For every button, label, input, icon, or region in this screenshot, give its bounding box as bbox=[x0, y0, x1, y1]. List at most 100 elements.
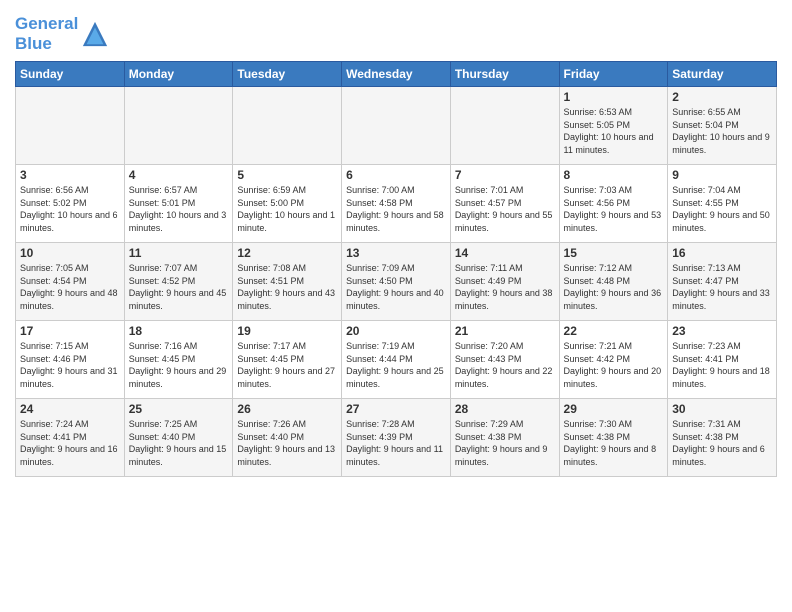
day-info: Sunrise: 7:21 AM Sunset: 4:42 PM Dayligh… bbox=[564, 340, 664, 390]
day-cell: 22 Sunrise: 7:21 AM Sunset: 4:42 PM Dayli… bbox=[559, 321, 668, 399]
day-cell: 26 Sunrise: 7:26 AM Sunset: 4:40 PM Dayli… bbox=[233, 399, 342, 477]
day-number: 27 bbox=[346, 402, 446, 416]
day-info: Sunrise: 7:16 AM Sunset: 4:45 PM Dayligh… bbox=[129, 340, 229, 390]
day-number: 19 bbox=[237, 324, 337, 338]
day-info: Sunrise: 7:26 AM Sunset: 4:40 PM Dayligh… bbox=[237, 418, 337, 468]
week-row-1: 1Sunrise: 6:53 AM Sunset: 5:05 PM Daylig… bbox=[16, 87, 777, 165]
day-number: 17 bbox=[20, 324, 120, 338]
day-number: 20 bbox=[346, 324, 446, 338]
day-number: 29 bbox=[564, 402, 664, 416]
day-info: Sunrise: 6:56 AM Sunset: 5:02 PM Dayligh… bbox=[20, 184, 120, 234]
header-cell-monday: Monday bbox=[124, 62, 233, 87]
day-info: Sunrise: 7:01 AM Sunset: 4:57 PM Dayligh… bbox=[455, 184, 555, 234]
day-number: 3 bbox=[20, 168, 120, 182]
header-cell-wednesday: Wednesday bbox=[342, 62, 451, 87]
day-cell: 5 Sunrise: 6:59 AM Sunset: 5:00 PM Daylig… bbox=[233, 165, 342, 243]
day-cell bbox=[233, 87, 342, 165]
header-row: SundayMondayTuesdayWednesdayThursdayFrid… bbox=[16, 62, 777, 87]
day-info: Sunrise: 7:24 AM Sunset: 4:41 PM Dayligh… bbox=[20, 418, 120, 468]
day-info: Sunrise: 7:29 AM Sunset: 4:38 PM Dayligh… bbox=[455, 418, 555, 468]
day-cell: 2 Sunrise: 6:55 AM Sunset: 5:04 PM Daylig… bbox=[668, 87, 777, 165]
day-info: Sunrise: 6:55 AM Sunset: 5:04 PM Dayligh… bbox=[672, 106, 772, 156]
day-info: Sunrise: 7:11 AM Sunset: 4:49 PM Dayligh… bbox=[455, 262, 555, 312]
day-info: Sunrise: 7:03 AM Sunset: 4:56 PM Dayligh… bbox=[564, 184, 664, 234]
day-cell bbox=[124, 87, 233, 165]
header-cell-friday: Friday bbox=[559, 62, 668, 87]
day-number: 25 bbox=[129, 402, 229, 416]
header-cell-sunday: Sunday bbox=[16, 62, 125, 87]
day-info: Sunrise: 6:59 AM Sunset: 5:00 PM Dayligh… bbox=[237, 184, 337, 234]
day-number: 15 bbox=[564, 246, 664, 260]
header-cell-saturday: Saturday bbox=[668, 62, 777, 87]
day-number: 10 bbox=[20, 246, 120, 260]
day-info: Sunrise: 7:12 AM Sunset: 4:48 PM Dayligh… bbox=[564, 262, 664, 312]
logo-text: General Blue bbox=[15, 14, 109, 53]
day-cell: 17 Sunrise: 7:15 AM Sunset: 4:46 PM Dayli… bbox=[16, 321, 125, 399]
week-row-3: 10 Sunrise: 7:05 AM Sunset: 4:54 PM Dayli… bbox=[16, 243, 777, 321]
day-number: 11 bbox=[129, 246, 229, 260]
day-cell: 20 Sunrise: 7:19 AM Sunset: 4:44 PM Dayli… bbox=[342, 321, 451, 399]
day-info: Sunrise: 7:08 AM Sunset: 4:51 PM Dayligh… bbox=[237, 262, 337, 312]
day-cell: 23 Sunrise: 7:23 AM Sunset: 4:41 PM Dayli… bbox=[668, 321, 777, 399]
day-info: Sunrise: 7:07 AM Sunset: 4:52 PM Dayligh… bbox=[129, 262, 229, 312]
day-number: 5 bbox=[237, 168, 337, 182]
day-info: Sunrise: 7:05 AM Sunset: 4:54 PM Dayligh… bbox=[20, 262, 120, 312]
day-info: Sunrise: 7:09 AM Sunset: 4:50 PM Dayligh… bbox=[346, 262, 446, 312]
day-info: Sunrise: 7:23 AM Sunset: 4:41 PM Dayligh… bbox=[672, 340, 772, 390]
day-cell: 14 Sunrise: 7:11 AM Sunset: 4:49 PM Dayli… bbox=[450, 243, 559, 321]
day-cell: 13 Sunrise: 7:09 AM Sunset: 4:50 PM Dayli… bbox=[342, 243, 451, 321]
day-number: 7 bbox=[455, 168, 555, 182]
calendar-header: SundayMondayTuesdayWednesdayThursdayFrid… bbox=[16, 62, 777, 87]
day-info: Sunrise: 6:57 AM Sunset: 5:01 PM Dayligh… bbox=[129, 184, 229, 234]
header: General Blue bbox=[15, 10, 777, 53]
day-cell: 21 Sunrise: 7:20 AM Sunset: 4:43 PM Dayli… bbox=[450, 321, 559, 399]
day-cell bbox=[450, 87, 559, 165]
day-info: Sunrise: 7:28 AM Sunset: 4:39 PM Dayligh… bbox=[346, 418, 446, 468]
day-cell: 15 Sunrise: 7:12 AM Sunset: 4:48 PM Dayli… bbox=[559, 243, 668, 321]
day-number: 4 bbox=[129, 168, 229, 182]
day-cell: 19Sunrise: 7:17 AM Sunset: 4:45 PM Dayli… bbox=[233, 321, 342, 399]
day-cell: 8 Sunrise: 7:03 AM Sunset: 4:56 PM Daylig… bbox=[559, 165, 668, 243]
header-cell-thursday: Thursday bbox=[450, 62, 559, 87]
day-number: 22 bbox=[564, 324, 664, 338]
day-cell: 29Sunrise: 7:30 AM Sunset: 4:38 PM Dayli… bbox=[559, 399, 668, 477]
day-number: 26 bbox=[237, 402, 337, 416]
day-number: 12 bbox=[237, 246, 337, 260]
day-number: 13 bbox=[346, 246, 446, 260]
day-number: 21 bbox=[455, 324, 555, 338]
day-cell: 30Sunrise: 7:31 AM Sunset: 4:38 PM Dayli… bbox=[668, 399, 777, 477]
day-number: 30 bbox=[672, 402, 772, 416]
day-number: 1 bbox=[564, 90, 664, 104]
day-info: Sunrise: 7:13 AM Sunset: 4:47 PM Dayligh… bbox=[672, 262, 772, 312]
day-cell bbox=[16, 87, 125, 165]
day-number: 28 bbox=[455, 402, 555, 416]
week-row-5: 24Sunrise: 7:24 AM Sunset: 4:41 PM Dayli… bbox=[16, 399, 777, 477]
day-number: 14 bbox=[455, 246, 555, 260]
day-number: 9 bbox=[672, 168, 772, 182]
header-cell-tuesday: Tuesday bbox=[233, 62, 342, 87]
day-number: 8 bbox=[564, 168, 664, 182]
day-cell: 10 Sunrise: 7:05 AM Sunset: 4:54 PM Dayli… bbox=[16, 243, 125, 321]
calendar-body: 1Sunrise: 6:53 AM Sunset: 5:05 PM Daylig… bbox=[16, 87, 777, 477]
day-cell: 28 Sunrise: 7:29 AM Sunset: 4:38 PM Dayli… bbox=[450, 399, 559, 477]
day-cell: 25Sunrise: 7:25 AM Sunset: 4:40 PM Dayli… bbox=[124, 399, 233, 477]
logo: General Blue bbox=[15, 14, 109, 53]
logo-line1: General bbox=[15, 14, 78, 34]
day-cell: 24Sunrise: 7:24 AM Sunset: 4:41 PM Dayli… bbox=[16, 399, 125, 477]
day-info: Sunrise: 7:04 AM Sunset: 4:55 PM Dayligh… bbox=[672, 184, 772, 234]
day-cell: 1Sunrise: 6:53 AM Sunset: 5:05 PM Daylig… bbox=[559, 87, 668, 165]
day-info: Sunrise: 7:20 AM Sunset: 4:43 PM Dayligh… bbox=[455, 340, 555, 390]
day-number: 23 bbox=[672, 324, 772, 338]
day-cell: 18 Sunrise: 7:16 AM Sunset: 4:45 PM Dayli… bbox=[124, 321, 233, 399]
day-cell: 4 Sunrise: 6:57 AM Sunset: 5:01 PM Daylig… bbox=[124, 165, 233, 243]
day-number: 18 bbox=[129, 324, 229, 338]
day-cell: 3 Sunrise: 6:56 AM Sunset: 5:02 PM Daylig… bbox=[16, 165, 125, 243]
day-cell: 16Sunrise: 7:13 AM Sunset: 4:47 PM Dayli… bbox=[668, 243, 777, 321]
day-cell: 11 Sunrise: 7:07 AM Sunset: 4:52 PM Dayli… bbox=[124, 243, 233, 321]
day-info: Sunrise: 7:00 AM Sunset: 4:58 PM Dayligh… bbox=[346, 184, 446, 234]
day-info: Sunrise: 7:19 AM Sunset: 4:44 PM Dayligh… bbox=[346, 340, 446, 390]
day-number: 2 bbox=[672, 90, 772, 104]
day-cell: 12 Sunrise: 7:08 AM Sunset: 4:51 PM Dayli… bbox=[233, 243, 342, 321]
day-cell: 7 Sunrise: 7:01 AM Sunset: 4:57 PM Daylig… bbox=[450, 165, 559, 243]
day-info: Sunrise: 7:15 AM Sunset: 4:46 PM Dayligh… bbox=[20, 340, 120, 390]
